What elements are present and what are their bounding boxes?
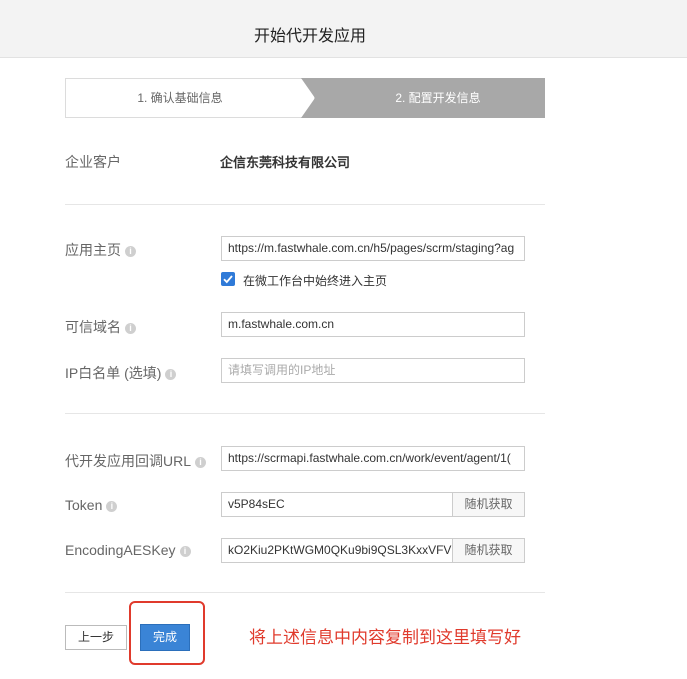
divider [65,592,545,593]
info-icon: i [106,500,118,512]
page-title: 开始代开发应用 [253,28,366,45]
homepage-url-input[interactable]: https://m.fastwhale.com.cn/h5/pages/scrm… [221,236,525,261]
info-icon: i [165,368,177,380]
divider [65,204,545,205]
page-header: 开始代开发应用 [0,0,687,58]
info-icon: i [179,545,191,557]
check-icon [223,275,233,284]
callback-url-label: 代开发应用回调URL i [65,451,207,471]
info-icon: i [195,456,207,468]
aes-key-label: EncodingAESKey i [65,542,191,558]
token-label-text: Token [65,497,103,513]
step-confirm-basic: 1. 确认基础信息 [65,78,315,118]
aes-key-input[interactable]: kO2Kiu2PKtWGM0QKu9bi9QSL3KxxVFV [221,538,453,563]
trusted-domain-label-text: 可信域名 [65,319,121,335]
enterprise-name: 企信东莞科技有限公司 [220,155,351,170]
always-homepage-label: 在微工作台中始终进入主页 [243,274,388,288]
always-homepage-checkbox[interactable] [221,272,235,286]
homepage-label: 应用主页 i [65,240,136,260]
info-icon: i [125,245,136,257]
step-config-dev: 2. 配置开发信息 [301,78,545,118]
annotation-text: 将上述信息中内容复制到这里填写好 [249,628,521,647]
token-random-button[interactable]: 随机获取 [452,492,525,517]
token-label: Token i [65,497,118,513]
previous-step-button[interactable]: 上一步 [65,625,127,650]
ip-whitelist-label-text: IP白名单 (选填) [65,365,162,381]
token-input[interactable]: v5P84sEC [221,492,453,517]
aes-key-random-button[interactable]: 随机获取 [452,538,525,563]
ip-whitelist-input[interactable]: 请填写调用的IP地址 [221,358,525,383]
aes-key-label-text: EncodingAESKey [65,542,176,558]
annotation-highlight-box [129,601,205,665]
callback-url-label-text: 代开发应用回调URL [65,453,192,469]
trusted-domain-input[interactable]: m.fastwhale.com.cn [221,312,525,337]
divider [65,413,545,414]
step-indicator: 1. 确认基础信息 2. 配置开发信息 [65,78,545,118]
trusted-domain-label: 可信域名 i [65,317,136,337]
info-icon: i [125,322,136,334]
enterprise-label: 企业客户 [65,154,121,170]
homepage-label-text: 应用主页 [65,242,121,258]
ip-whitelist-label: IP白名单 (选填) i [65,363,177,383]
callback-url-input[interactable]: https://scrmapi.fastwhale.com.cn/work/ev… [221,446,525,471]
